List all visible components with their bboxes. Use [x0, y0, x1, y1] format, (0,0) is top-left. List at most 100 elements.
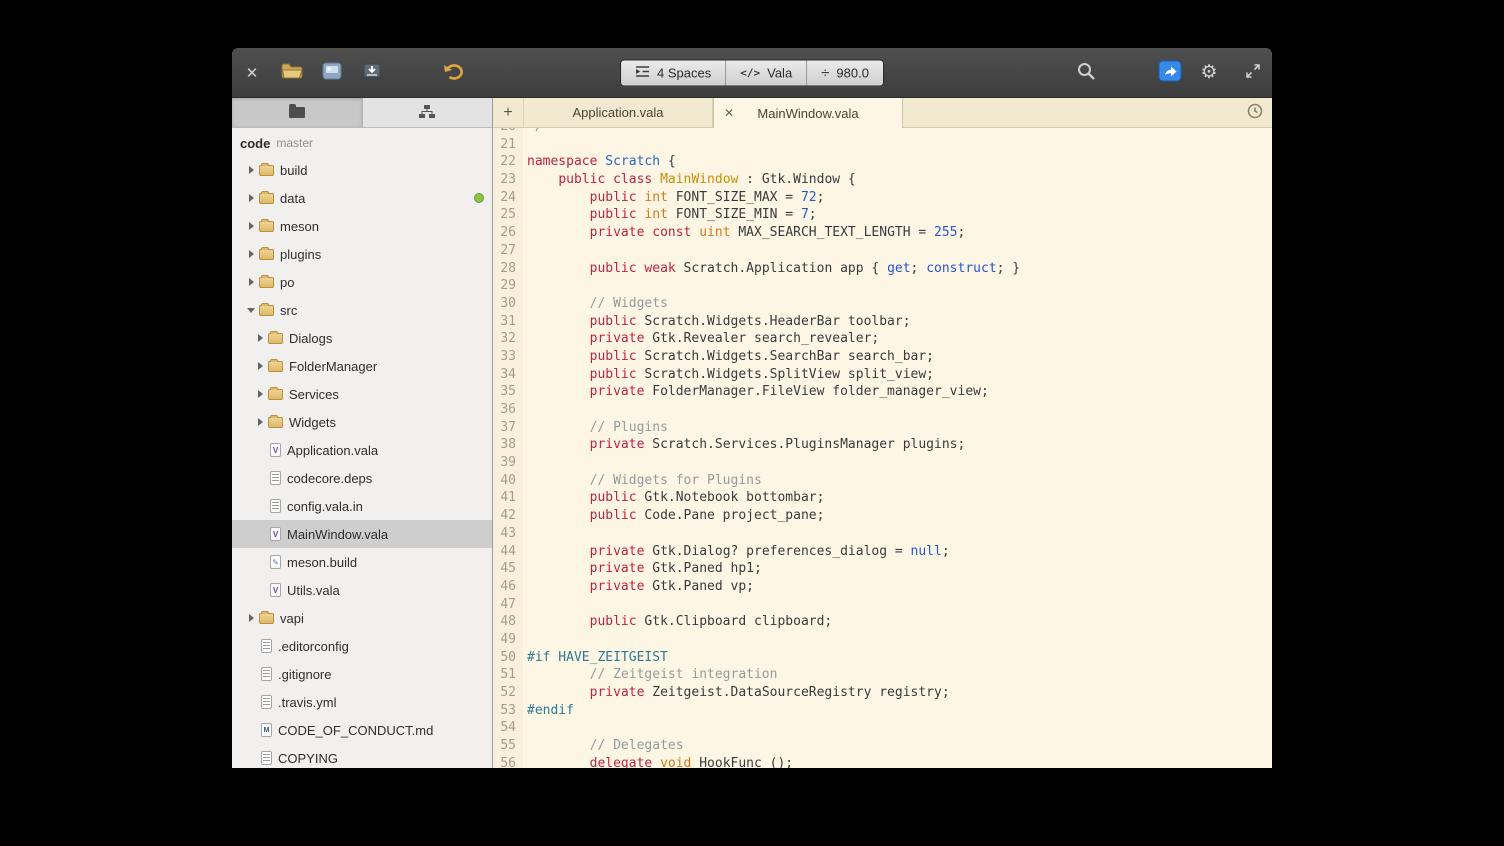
tree-item-label: po: [280, 275, 294, 290]
expand-arrow-icon[interactable]: [245, 163, 259, 177]
code-line-36: [527, 401, 1020, 419]
tree-file-meson.build[interactable]: ✎meson.build: [232, 548, 492, 576]
code-line-24: public int FONT_SIZE_MAX = 72;: [527, 189, 1020, 207]
line-number: 43: [493, 525, 516, 543]
tree-folder-plugins[interactable]: plugins: [232, 240, 492, 268]
tree-file-codecore.deps[interactable]: codecore.deps: [232, 464, 492, 492]
code-line-34: public Scratch.Widgets.SplitView split_v…: [527, 366, 1020, 384]
code-line-42: public Code.Pane project_pane;: [527, 507, 1020, 525]
expand-arrow-icon[interactable]: [254, 331, 268, 345]
tree-item-label: config.vala.in: [287, 499, 363, 514]
folder-icon: [259, 193, 274, 204]
close-tab-button[interactable]: ✕: [724, 106, 734, 120]
open-folder-button[interactable]: [280, 61, 304, 85]
vala-file-icon: V: [270, 527, 281, 541]
templates-button[interactable]: [320, 61, 344, 85]
code-line-52: private Zeitgeist.DataSourceRegistry reg…: [527, 684, 1020, 702]
project-root[interactable]: code master: [232, 130, 492, 156]
fullscreen-button[interactable]: [1241, 61, 1265, 85]
project-name: code: [240, 136, 270, 151]
expand-arrow-icon[interactable]: [245, 611, 259, 625]
close-window-button[interactable]: ✕: [240, 61, 264, 85]
tree-file-config.vala.in[interactable]: config.vala.in: [232, 492, 492, 520]
line-fraction-icon: ÷: [821, 65, 829, 80]
goto-line-button[interactable]: ÷ 980.0: [807, 60, 883, 85]
tree-folder-src[interactable]: src: [232, 296, 492, 324]
code-line-55: // Delegates: [527, 737, 1020, 755]
expand-arrow-icon[interactable]: [254, 415, 268, 429]
project-panel-tab[interactable]: [232, 98, 362, 127]
tree-file-.gitignore[interactable]: .gitignore: [232, 660, 492, 688]
tree-file-.travis.yml[interactable]: .travis.yml: [232, 688, 492, 716]
code-line-53: #endif: [527, 702, 1020, 720]
code-line-51: // Zeitgeist integration: [527, 666, 1020, 684]
folder-icon: [268, 417, 283, 428]
tree-folder-vapi[interactable]: vapi: [232, 604, 492, 632]
tree-folder-Widgets[interactable]: Widgets: [232, 408, 492, 436]
line-number: 38: [493, 436, 516, 454]
vala-file-icon: V: [270, 443, 281, 457]
share-button[interactable]: [1158, 61, 1182, 85]
tree-item-label: plugins: [280, 247, 321, 262]
git-branch-label: master: [276, 136, 313, 150]
editor-column: + Application.vala✕MainWindow.vala 20: [493, 98, 1272, 768]
indent-spacer: [254, 527, 268, 541]
line-number: 20: [493, 128, 516, 136]
code-content: */namespace Scratch { public class MainW…: [523, 128, 1020, 768]
outline-panel-icon: [419, 105, 435, 121]
tree-item-label: data: [280, 191, 305, 206]
tree-file-COPYING[interactable]: COPYING: [232, 744, 492, 768]
folder-icon: [268, 389, 283, 400]
tree-folder-meson[interactable]: meson: [232, 212, 492, 240]
folder-icon: [259, 249, 274, 260]
tree-file-.editorconfig[interactable]: .editorconfig: [232, 632, 492, 660]
expand-arrow-icon[interactable]: [245, 191, 259, 205]
expand-arrow-icon[interactable]: [245, 247, 259, 261]
tree-folder-po[interactable]: po: [232, 268, 492, 296]
main-content: code master build data meson plugins po srcDi…: [232, 98, 1272, 768]
expand-arrow-icon[interactable]: [245, 275, 259, 289]
tree-item-label: CODE_OF_CONDUCT.md: [278, 723, 433, 738]
tree-file-Application.vala[interactable]: VApplication.vala: [232, 436, 492, 464]
history-button[interactable]: [1238, 98, 1272, 127]
tree-folder-FolderManager[interactable]: FolderManager: [232, 352, 492, 380]
tree-file-MainWindow.vala[interactable]: VMainWindow.vala: [232, 520, 492, 548]
line-number: 51: [493, 666, 516, 684]
outline-panel-tab[interactable]: [362, 98, 493, 127]
tree-file-Utils.vala[interactable]: VUtils.vala: [232, 576, 492, 604]
line-number: 25: [493, 206, 516, 224]
tab-MainWindow.vala[interactable]: ✕MainWindow.vala: [713, 98, 903, 128]
new-tab-button[interactable]: +: [493, 98, 523, 127]
language-button[interactable]: </> Vala: [726, 60, 807, 85]
code-line-39: [527, 454, 1020, 472]
line-number: 42: [493, 507, 516, 525]
file-tree: code master build data meson plugins po srcDi…: [232, 128, 492, 768]
collapse-arrow-icon[interactable]: [245, 303, 259, 317]
save-as-button[interactable]: [360, 61, 384, 85]
tree-folder-Dialogs[interactable]: Dialogs: [232, 324, 492, 352]
expand-arrow-icon[interactable]: [254, 387, 268, 401]
templates-icon: [322, 62, 342, 83]
code-editor[interactable]: 2021222324252627282930313233343536373839…: [493, 128, 1272, 768]
expand-arrow-icon[interactable]: [245, 219, 259, 233]
indent-width-button[interactable]: 4 Spaces: [621, 60, 726, 85]
tab-Application.vala[interactable]: Application.vala: [523, 98, 713, 127]
line-number: 48: [493, 613, 516, 631]
markdown-file-icon: M: [261, 723, 272, 737]
revert-button[interactable]: [441, 61, 465, 85]
code-line-37: // Plugins: [527, 419, 1020, 437]
search-button[interactable]: [1074, 61, 1098, 85]
tree-file-CODE_OF_CONDUCT.md[interactable]: M CODE_OF_CONDUCT.md: [232, 716, 492, 744]
line-number: 32: [493, 330, 516, 348]
line-number: 39: [493, 454, 516, 472]
tree-folder-data[interactable]: data: [232, 184, 492, 212]
tree-folder-build[interactable]: build: [232, 156, 492, 184]
text-file-icon: [261, 667, 272, 681]
expand-arrow-icon[interactable]: [254, 359, 268, 373]
settings-button[interactable]: ⚙: [1197, 61, 1221, 85]
code-line-56: delegate void HookFunc ();: [527, 755, 1020, 768]
code-line-46: private Gtk.Paned vp;: [527, 578, 1020, 596]
line-number: 28: [493, 260, 516, 278]
tree-folder-Services[interactable]: Services: [232, 380, 492, 408]
tree-item-label: vapi: [280, 611, 304, 626]
